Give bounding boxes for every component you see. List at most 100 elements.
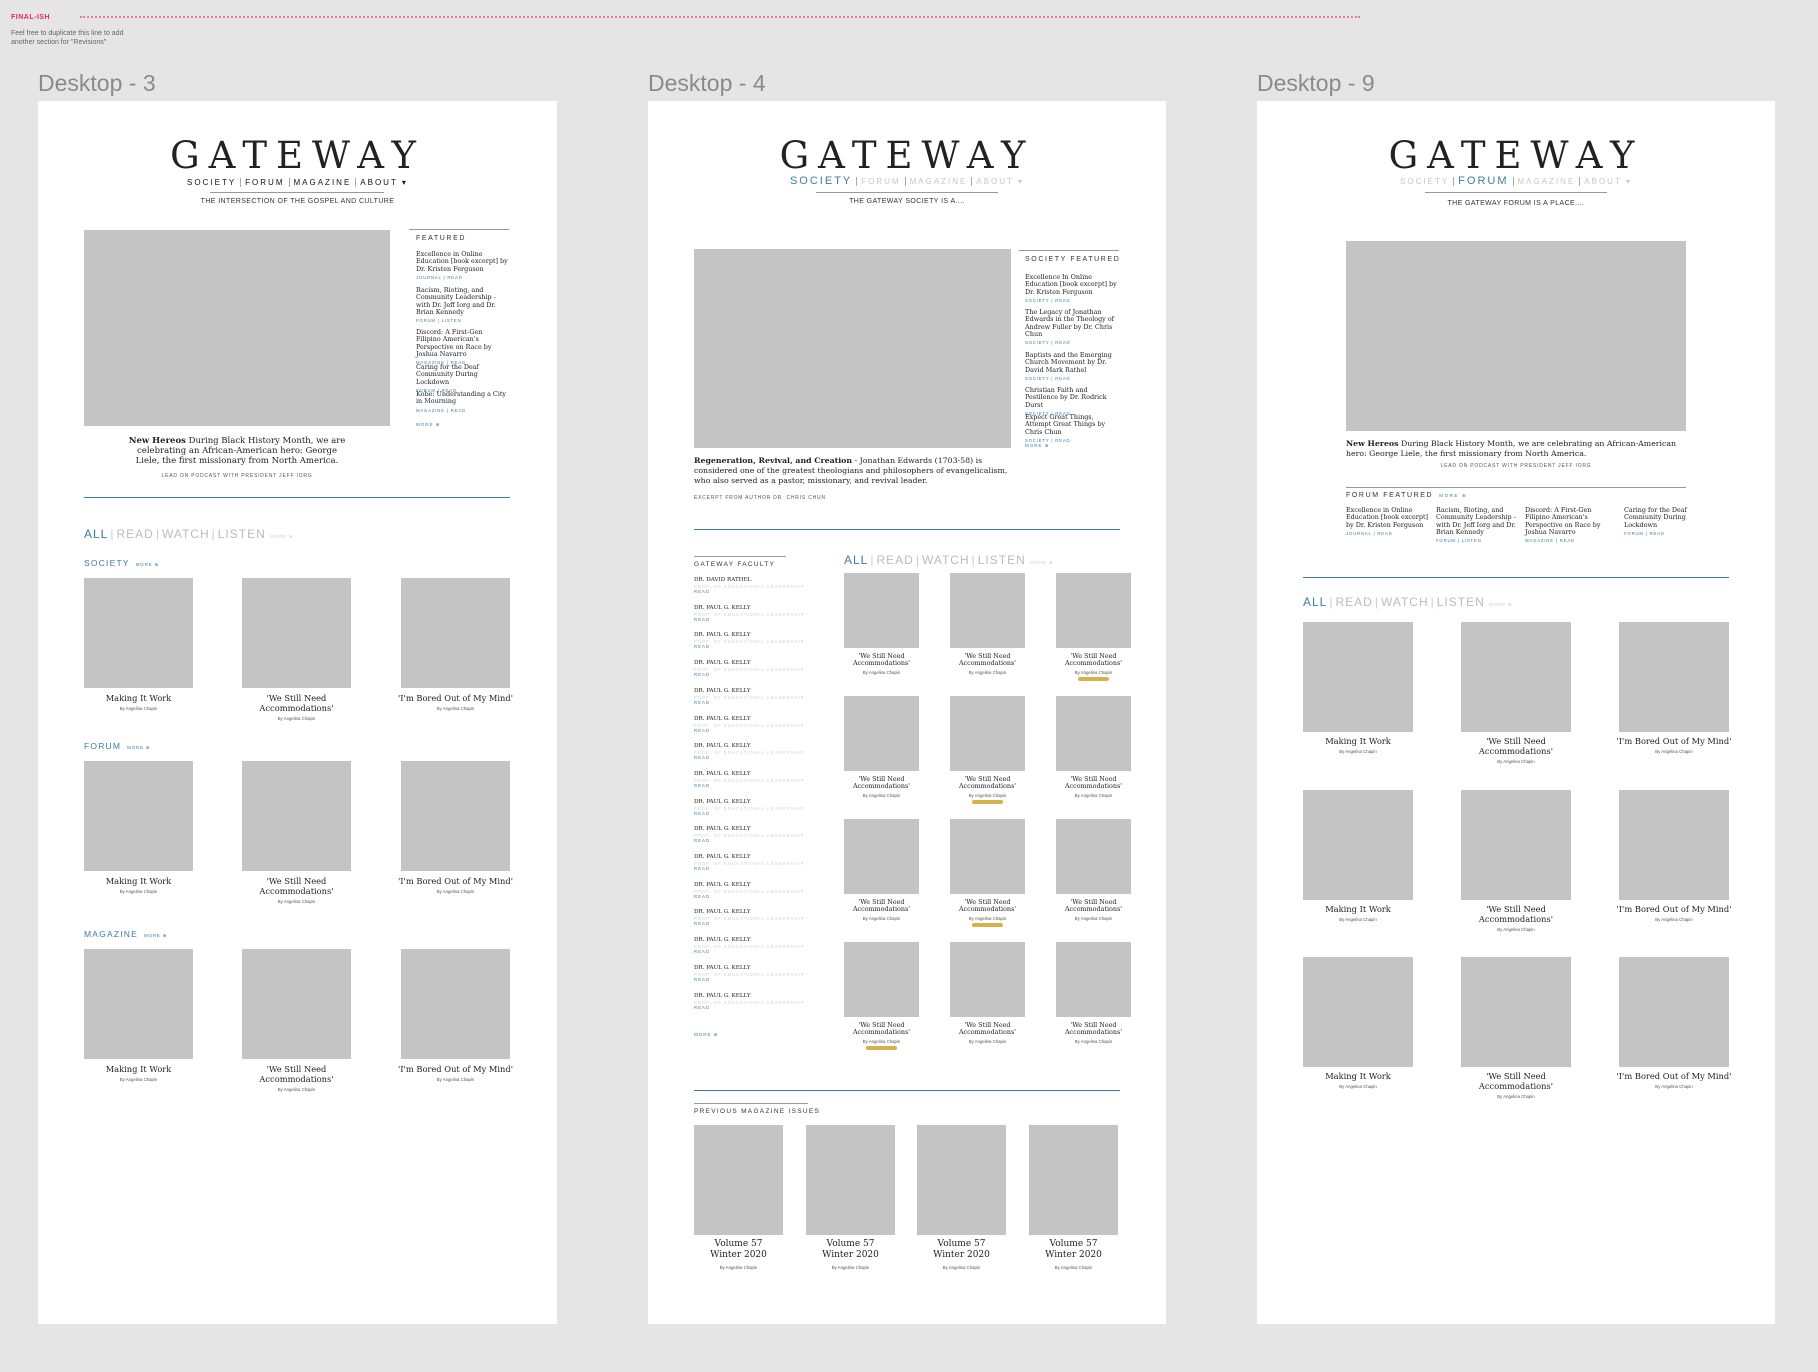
nav-about[interactable]: ABOUT ▾: [972, 177, 1028, 186]
card-image[interactable]: [1056, 942, 1131, 1017]
nav-forum[interactable]: FORUM: [857, 177, 906, 186]
filter-listen[interactable]: LISTEN: [978, 553, 1026, 567]
frame-title-desktop-9[interactable]: Desktop - 9: [1257, 70, 1375, 97]
section-more-link[interactable]: MORE ⊕: [144, 933, 167, 938]
card-title[interactable]: 'We Still Need Accommodations': [940, 775, 1035, 791]
section-label-text[interactable]: SOCIETY: [84, 558, 130, 568]
filter-read[interactable]: READ: [1335, 595, 1372, 609]
card-title[interactable]: 'I'm Bored Out of My Mind': [391, 693, 520, 703]
filter-more-link[interactable]: MORE ⊕: [1489, 602, 1512, 607]
issue-title[interactable]: Volume 57 Winter 2020: [1024, 1239, 1123, 1261]
filter-more-link[interactable]: MORE ⊕: [270, 534, 293, 539]
issue-cover[interactable]: [917, 1125, 1006, 1235]
filter-watch[interactable]: WATCH: [1381, 595, 1429, 609]
faculty-read-link[interactable]: READ: [694, 894, 806, 899]
featured-item[interactable]: Racism, Rioting, and Community Leadershi…: [1436, 506, 1518, 543]
hero-meta[interactable]: LEAD ON PODCAST WITH PRESIDENT JEFF IORG: [84, 473, 390, 479]
featured-item[interactable]: Excellence in Online Education [book exc…: [1346, 506, 1428, 536]
card-image[interactable]: [950, 819, 1025, 894]
featured-more-link[interactable]: MORE ⊕: [1439, 493, 1467, 498]
featured-item[interactable]: Excellence In Online Education [book exc…: [1025, 273, 1117, 303]
faculty-read-link[interactable]: READ: [694, 949, 806, 954]
faculty-item[interactable]: DR. PAUL G. KELLY PROF. OF EDUCATIONAL LE…: [694, 632, 806, 649]
hero-caption-title[interactable]: Regeneration, Revival, and Creation: [694, 456, 852, 465]
issue-cover[interactable]: [806, 1125, 895, 1235]
filter-more-link[interactable]: MORE ⊕: [1030, 560, 1053, 565]
hero-meta[interactable]: EXCERPT FROM AUTHOR DR. CHRIS CHUN: [694, 495, 826, 501]
faculty-item[interactable]: DR. PAUL G. KELLY PROF. OF EDUCATIONAL LE…: [694, 854, 806, 871]
hero-image[interactable]: [1346, 241, 1686, 431]
filter-watch[interactable]: WATCH: [162, 527, 210, 541]
hero-image[interactable]: [84, 230, 390, 426]
faculty-item[interactable]: DR. PAUL G. KELLY PROF. OF EDUCATIONAL LE…: [694, 799, 806, 816]
featured-item[interactable]: Kobe: Understanding a City in Mourning MA…: [416, 390, 508, 412]
filter-read[interactable]: READ: [876, 553, 913, 567]
nav-society[interactable]: SOCIETY: [183, 178, 242, 187]
card-image[interactable]: [84, 761, 193, 871]
faculty-item[interactable]: DR. PAUL G. KELLY PROF. OF EDUCATIONAL LE…: [694, 605, 806, 622]
card-image[interactable]: [1056, 696, 1131, 771]
card-title[interactable]: Making It Work: [1293, 736, 1423, 746]
featured-item[interactable]: Expect Great Things, Attempt Great Thing…: [1025, 413, 1117, 443]
issue-title[interactable]: Volume 57 Winter 2020: [689, 1239, 788, 1261]
featured-item[interactable]: Caring for the Deaf Community During Loc…: [1624, 506, 1690, 536]
card-image[interactable]: [950, 696, 1025, 771]
filter-all[interactable]: ALL: [1303, 595, 1327, 609]
category-badge[interactable]: [866, 1046, 897, 1050]
logo[interactable]: GATEWAY: [1257, 134, 1775, 177]
faculty-read-link[interactable]: READ: [694, 700, 806, 705]
nav-magazine[interactable]: MAGAZINE: [906, 177, 973, 186]
card-image[interactable]: [1619, 622, 1729, 732]
card-title[interactable]: 'I'm Bored Out of My Mind': [1609, 904, 1739, 914]
card-image[interactable]: [1461, 622, 1571, 732]
card-image[interactable]: [1056, 573, 1131, 648]
card-image[interactable]: [1461, 957, 1571, 1067]
faculty-item[interactable]: DR. PAUL G. KELLY PROF. OF EDUCATIONAL LE…: [694, 909, 806, 926]
nav-magazine[interactable]: MAGAZINE: [290, 178, 357, 187]
nav-magazine[interactable]: MAGAZINE: [1514, 177, 1581, 186]
nav-society[interactable]: SOCIETY: [786, 176, 858, 187]
card-title[interactable]: 'We Still Need Accommodations': [1046, 898, 1141, 914]
faculty-item[interactable]: DR. PAUL G. KELLY PROF. OF EDUCATIONAL LE…: [694, 716, 806, 733]
featured-more-link[interactable]: MORE ⊕: [416, 422, 441, 428]
card-image[interactable]: [242, 949, 351, 1059]
hero-caption-title[interactable]: New Hereos: [129, 436, 186, 446]
issue-cover[interactable]: [694, 1125, 783, 1235]
faculty-read-link[interactable]: READ: [694, 811, 806, 816]
section-more-link[interactable]: MORE ⊕: [127, 745, 150, 750]
section-more-link[interactable]: MORE ⊕: [136, 562, 159, 567]
faculty-item[interactable]: DR. PAUL G. KELLY PROF. OF EDUCATIONAL LE…: [694, 826, 806, 843]
issue-cover[interactable]: [1029, 1125, 1118, 1235]
hero-meta[interactable]: LEAD ON PODCAST WITH PRESIDENT JEFF IORG: [1346, 463, 1686, 469]
card-title[interactable]: 'We Still Need Accommodations': [232, 693, 361, 713]
featured-item[interactable]: Discord: A First-Gen Filipino American's…: [416, 328, 508, 365]
frame-title-desktop-4[interactable]: Desktop - 4: [648, 70, 766, 97]
card-image[interactable]: [844, 819, 919, 894]
card-image[interactable]: [401, 761, 510, 871]
card-title[interactable]: 'We Still Need Accommodations': [1451, 1071, 1581, 1091]
filter-listen[interactable]: LISTEN: [1437, 595, 1485, 609]
faculty-item[interactable]: DR. PAUL G. KELLY PROF. OF EDUCATIONAL LE…: [694, 688, 806, 705]
faculty-read-link[interactable]: READ: [694, 672, 806, 677]
card-title[interactable]: 'We Still Need Accommodations': [834, 898, 929, 914]
featured-more-link[interactable]: MORE ⊕: [1025, 443, 1050, 449]
featured-item[interactable]: The Legacy of Jonathan Edwards in the Th…: [1025, 308, 1117, 345]
card-title[interactable]: 'We Still Need Accommodations': [1046, 652, 1141, 668]
featured-item[interactable]: Discord: A First-Gen Filipino American's…: [1525, 506, 1607, 543]
logo[interactable]: GATEWAY: [648, 134, 1166, 177]
card-title[interactable]: 'We Still Need Accommodations': [232, 876, 361, 896]
faculty-read-link[interactable]: READ: [694, 838, 806, 843]
featured-item[interactable]: Baptists and the Emerging Church Movemen…: [1025, 351, 1117, 381]
card-image[interactable]: [84, 578, 193, 688]
card-title[interactable]: 'We Still Need Accommodations': [1451, 904, 1581, 924]
faculty-read-link[interactable]: READ: [694, 783, 806, 788]
featured-item[interactable]: Excellence in Online Education [book exc…: [416, 250, 508, 280]
card-title[interactable]: Making It Work: [1293, 1071, 1423, 1081]
frame-title-desktop-3[interactable]: Desktop - 3: [38, 70, 156, 97]
faculty-read-link[interactable]: READ: [694, 617, 806, 622]
faculty-read-link[interactable]: READ: [694, 1005, 806, 1010]
filter-all[interactable]: ALL: [844, 553, 868, 567]
card-title[interactable]: Making It Work: [1293, 904, 1423, 914]
hero-image[interactable]: [694, 249, 1011, 448]
card-image[interactable]: [242, 761, 351, 871]
